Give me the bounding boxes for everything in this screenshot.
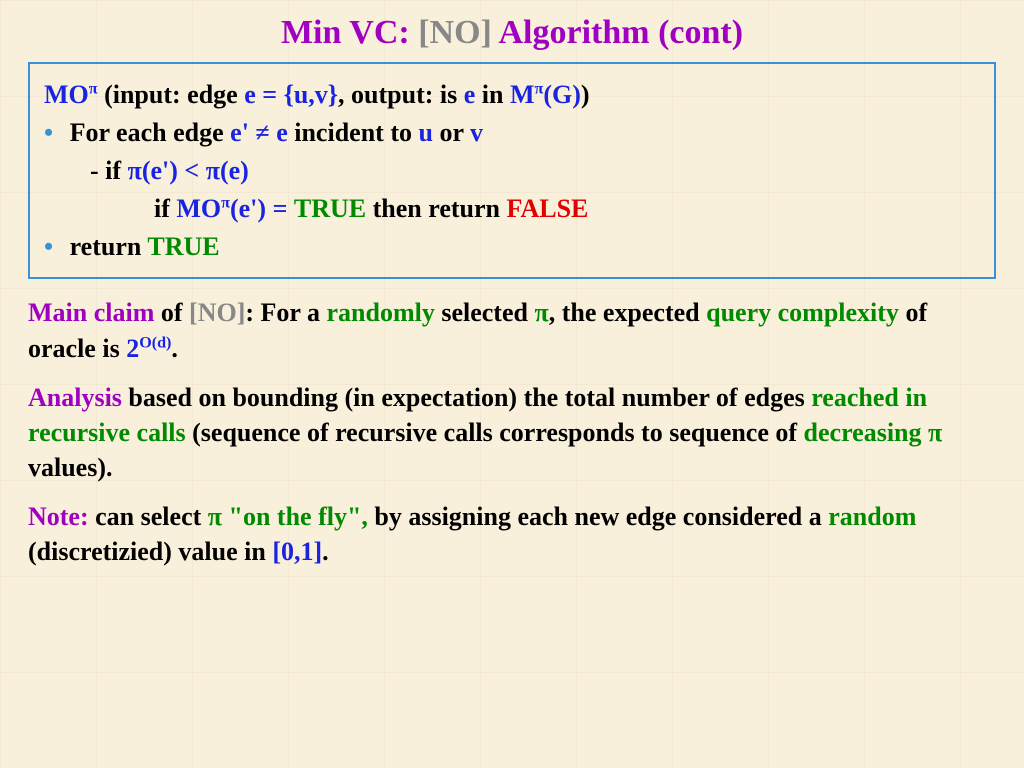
title-part-2: [NO] <box>418 14 492 51</box>
algorithm-box: MOπ (input: edge e = {u,v}, output: is e… <box>28 62 996 279</box>
analysis-paragraph: Analysis based on bounding (in expectati… <box>28 380 996 485</box>
box-line-2: For each edge e' ≠ e incident to u or v <box>44 115 980 150</box>
box-line-4: if MOπ(e') = TRUE then return FALSE <box>44 191 980 226</box>
slide: Min VC: [NO] Algorithm (cont) MOπ (input… <box>0 0 1024 601</box>
note-paragraph: Note: can select π "on the fly", by assi… <box>28 499 996 569</box>
slide-title: Min VC: [NO] Algorithm (cont) <box>28 14 996 52</box>
title-part-1: Min VC: <box>281 14 410 51</box>
box-line-3: - if π(e') < π(e) <box>44 153 980 188</box>
main-claim-paragraph: Main claim of [NO]: For a randomly selec… <box>28 295 996 365</box>
box-line-5: return TRUE <box>44 229 980 264</box>
box-line-1: MOπ (input: edge e = {u,v}, output: is e… <box>44 77 980 112</box>
title-part-3: Algorithm (cont) <box>498 14 743 51</box>
